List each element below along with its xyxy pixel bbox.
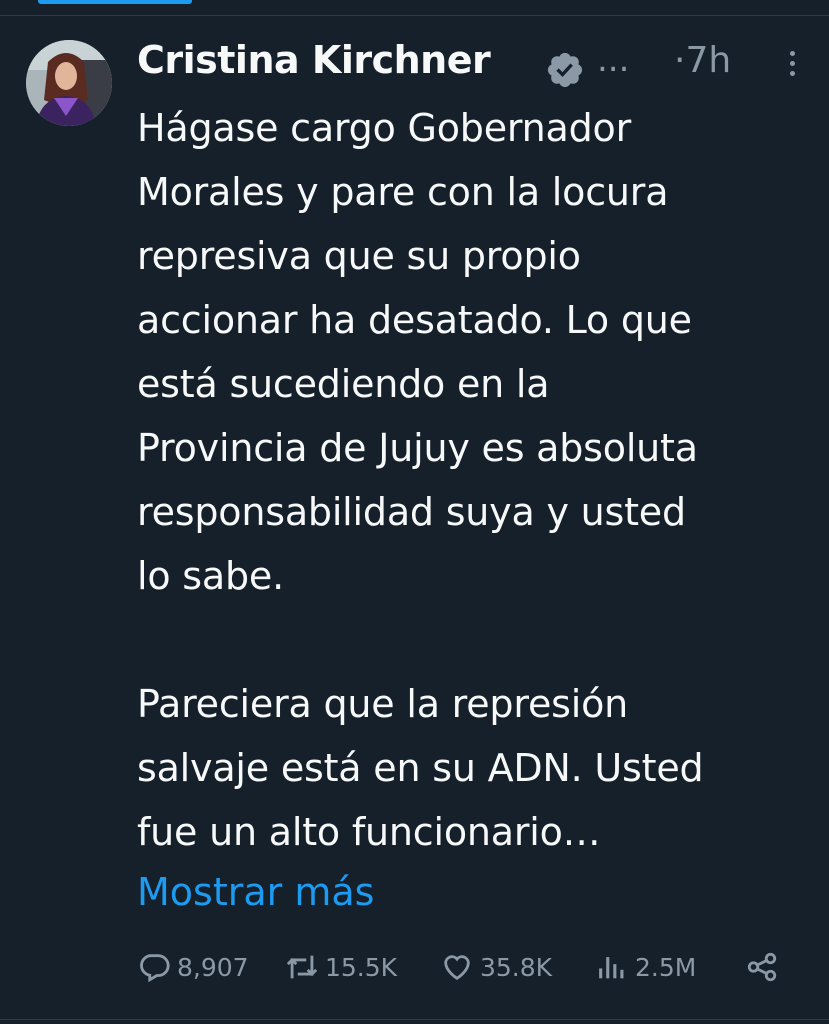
- tweet-header: Cristina Kirchner ... ·7h: [137, 36, 817, 96]
- divider-bottom: [0, 1019, 829, 1020]
- retweet-count: 15.5K: [325, 952, 398, 982]
- reply-icon: [140, 954, 170, 983]
- separator-dot: ·: [674, 40, 686, 81]
- views-chart-icon: [599, 957, 624, 979]
- retweet-icon: [286, 955, 318, 979]
- share-button[interactable]: [745, 942, 785, 992]
- views-button[interactable]: 2.5M: [595, 942, 696, 992]
- tweet-text: Hágase cargo Gobernador Morales y pare c…: [137, 106, 704, 854]
- more-vertical-icon[interactable]: [782, 46, 802, 86]
- reply-button[interactable]: 8,907: [137, 942, 249, 992]
- avatar[interactable]: [26, 40, 112, 126]
- divider-top: [0, 15, 829, 16]
- author-name[interactable]: Cristina Kirchner: [137, 38, 491, 82]
- handle-truncated[interactable]: ...: [597, 40, 629, 80]
- tab-indicator: [38, 0, 192, 4]
- show-more-link[interactable]: Mostrar más: [137, 860, 374, 924]
- like-count: 35.8K: [480, 952, 553, 982]
- verified-badge-icon: [547, 52, 583, 88]
- heart-icon: [444, 955, 470, 981]
- time-label: 7h: [685, 40, 732, 81]
- action-bar: 8,907 15.5K 35.8K 2.5M: [137, 942, 797, 992]
- share-icon: [747, 952, 777, 982]
- reply-count: 8,907: [177, 952, 249, 982]
- retweet-button[interactable]: 15.5K: [285, 942, 397, 992]
- like-button[interactable]: 35.8K: [440, 942, 552, 992]
- view-count: 2.5M: [635, 952, 697, 982]
- timestamp[interactable]: ·7h: [674, 40, 731, 81]
